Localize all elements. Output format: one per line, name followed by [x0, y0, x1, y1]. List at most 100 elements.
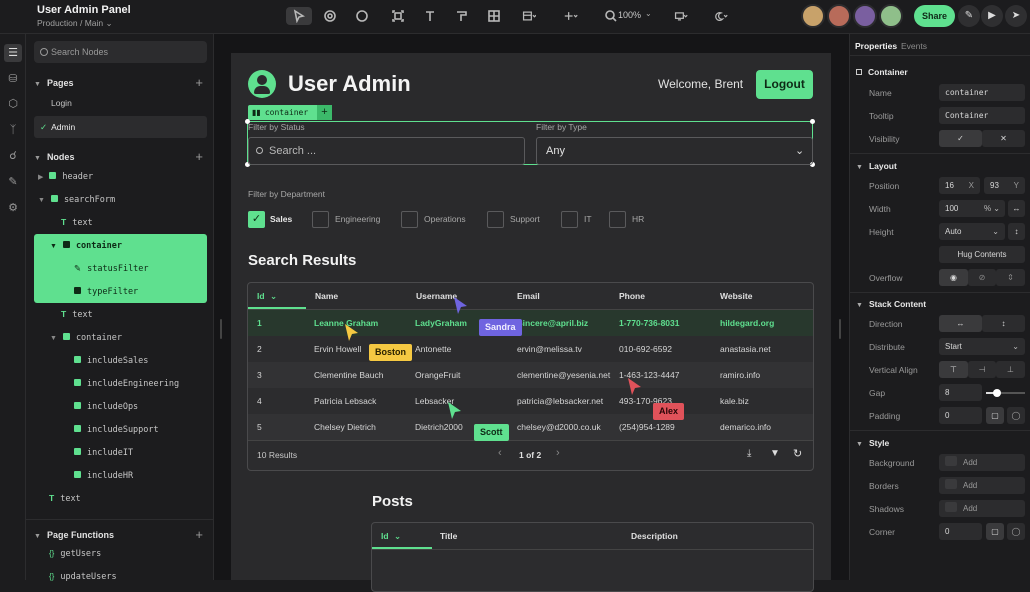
resize-handle-left[interactable]: [220, 319, 222, 339]
add-function-icon[interactable]: +: [195, 527, 203, 542]
overflow-scroll-icon[interactable]: ⇕: [996, 269, 1025, 286]
node-includesales[interactable]: includeSales: [34, 349, 207, 371]
position-y-input[interactable]: 93 Y: [984, 177, 1025, 194]
overflow-visible-eye-icon[interactable]: ◉: [939, 269, 968, 286]
column-header-id[interactable]: Id ⌄: [381, 531, 401, 542]
selection-handle[interactable]: [810, 119, 815, 124]
download-icon[interactable]: ⤓: [747, 448, 751, 459]
search-nodes-input[interactable]: Search Nodes: [34, 41, 207, 63]
column-header-name[interactable]: Name: [315, 291, 338, 301]
node-text[interactable]: Ttext: [34, 211, 207, 233]
node-text[interactable]: Ttext: [34, 487, 207, 509]
table-row[interactable]: 5 Chelsey Dietrich Dietrich2000 chelsey@…: [248, 414, 813, 440]
cube-icon[interactable]: ⬡: [4, 95, 22, 113]
settings-gear-icon[interactable]: ⚙: [4, 199, 22, 217]
name-input[interactable]: container: [939, 84, 1025, 101]
page-functions-header[interactable]: ▼ Page Functions: [34, 530, 114, 540]
checkbox-operations[interactable]: [401, 211, 418, 228]
function-updateusers[interactable]: {} updateUsers: [34, 565, 207, 587]
align-top-icon[interactable]: ⊤: [939, 361, 968, 378]
add-page-icon[interactable]: +: [195, 75, 203, 90]
padding-individual-icon[interactable]: ◯: [1007, 407, 1025, 424]
branch-selector[interactable]: Production / Main ⌄: [37, 18, 113, 29]
node-includehr[interactable]: includeHR: [34, 464, 207, 486]
node-statusfilter[interactable]: ✎ statusFilter: [34, 257, 207, 279]
text-tool-icon[interactable]: [420, 7, 440, 25]
device-preview-icon[interactable]: [668, 7, 694, 25]
padding-input[interactable]: 0: [939, 407, 982, 424]
database-icon[interactable]: ⛁: [4, 70, 22, 88]
column-header-username[interactable]: Username: [416, 291, 457, 301]
table-row[interactable]: 1 Leanne Graham LadyGraham Sincere@april…: [248, 310, 813, 336]
edit-icon[interactable]: ✎: [958, 5, 980, 27]
tab-properties[interactable]: Properties: [855, 41, 897, 51]
checkbox-hr[interactable]: [609, 211, 626, 228]
share-button[interactable]: Share: [914, 5, 955, 27]
fill-height-icon[interactable]: ↕: [1008, 223, 1025, 240]
prev-page-icon[interactable]: ‹: [498, 447, 502, 459]
tab-events[interactable]: Events: [901, 41, 927, 51]
avatar[interactable]: [853, 4, 877, 28]
column-header-title[interactable]: Title: [440, 531, 457, 541]
status-search-input[interactable]: Search ...: [248, 137, 525, 165]
visible-toggle-check-icon[interactable]: ✓: [939, 130, 982, 147]
node-header[interactable]: ▶ header: [34, 165, 207, 187]
filter-icon[interactable]: ▼: [770, 448, 780, 459]
direction-vertical-icon[interactable]: ↕: [982, 315, 1025, 332]
function-getusers[interactable]: {} getUsers: [34, 542, 207, 564]
tooltip-input[interactable]: Container: [939, 107, 1025, 124]
stack-content-section-header[interactable]: ▼ Stack Content: [856, 299, 926, 309]
resize-handle-right[interactable]: [839, 319, 841, 339]
refresh-icon[interactable]: ↻: [793, 447, 802, 460]
layout-section-header[interactable]: ▼ Layout: [856, 161, 897, 171]
style-section-header[interactable]: ▼ Style: [856, 438, 889, 448]
table-row[interactable]: 4 Patricia Lebsack Lebsacker patricia@le…: [248, 388, 813, 414]
node-container-selected[interactable]: ▼ container: [34, 234, 207, 256]
table-tool-icon[interactable]: [484, 7, 504, 25]
hidden-toggle-x-icon[interactable]: ✕: [982, 130, 1025, 147]
next-page-icon[interactable]: ›: [556, 447, 560, 459]
borders-add-button[interactable]: Add: [939, 477, 1025, 494]
avatar[interactable]: [827, 4, 851, 28]
height-input[interactable]: Auto ⌄: [939, 223, 1005, 240]
nodes-header[interactable]: ▼ Nodes: [34, 152, 74, 162]
node-text[interactable]: Ttext: [34, 303, 207, 325]
page-item-admin[interactable]: ✓ Admin: [34, 116, 207, 138]
zoom-level[interactable]: 100%: [618, 10, 641, 20]
type-filter-select[interactable]: Any ⌄: [536, 137, 813, 165]
node-includeops[interactable]: includeOps: [34, 395, 207, 417]
column-header-id[interactable]: Id ⌄: [257, 291, 277, 302]
checkbox-it[interactable]: [561, 211, 578, 228]
table-row[interactable]: 2 Ervin Howell Antonette ervin@melissa.t…: [248, 336, 813, 362]
app-preview-frame[interactable]: User Admin Welcome, Brent Logout ▮▮ conta…: [231, 53, 831, 592]
corner-individual-icon[interactable]: ◯: [1007, 523, 1025, 540]
column-header-description[interactable]: Description: [631, 531, 678, 541]
zoom-chevron-icon[interactable]: ⌄: [645, 9, 652, 18]
align-bottom-icon[interactable]: ⊥: [996, 361, 1025, 378]
component-tool-icon[interactable]: [320, 7, 340, 25]
frame-tool-icon[interactable]: [388, 7, 408, 25]
pages-header[interactable]: ▼ Pages: [34, 78, 73, 88]
checkbox-sales[interactable]: ✓: [248, 211, 265, 228]
overflow-hidden-icon[interactable]: ⊘: [968, 269, 996, 286]
distribute-select[interactable]: Start ⌄: [939, 338, 1025, 355]
logout-button[interactable]: Logout: [756, 70, 813, 99]
pointer-tool-icon[interactable]: [286, 7, 312, 25]
avatar[interactable]: [879, 4, 903, 28]
layout-tool-icon[interactable]: [516, 7, 542, 25]
plugin-icon[interactable]: ☌: [4, 147, 22, 165]
node-searchform[interactable]: ▼ searchForm: [34, 188, 207, 210]
node-includeit[interactable]: includeIT: [34, 441, 207, 463]
position-x-input[interactable]: 16 X: [939, 177, 980, 194]
width-input[interactable]: 100% ⌄: [939, 200, 1005, 217]
node-typefilter[interactable]: typeFilter: [34, 280, 207, 302]
page-item-login[interactable]: Login: [34, 92, 207, 114]
play-icon[interactable]: ▶: [981, 5, 1003, 27]
gap-slider-thumb[interactable]: [993, 389, 1001, 397]
layers-icon[interactable]: ☰: [4, 44, 22, 62]
node-includesupport[interactable]: includeSupport: [34, 418, 207, 440]
node-container[interactable]: ▼ container: [34, 326, 207, 348]
fill-width-icon[interactable]: ↔: [1008, 200, 1025, 217]
deploy-rocket-icon[interactable]: ➤: [1005, 5, 1027, 27]
brush-icon[interactable]: ✎: [4, 173, 22, 191]
